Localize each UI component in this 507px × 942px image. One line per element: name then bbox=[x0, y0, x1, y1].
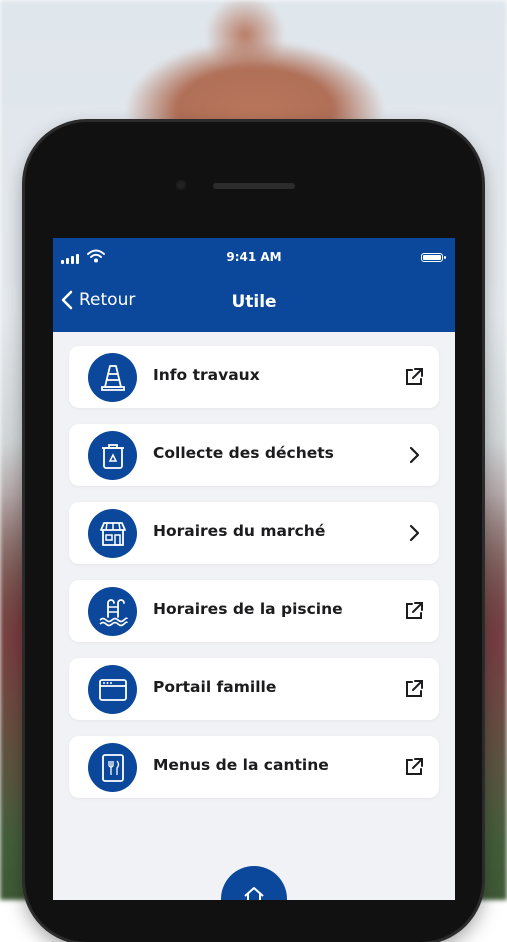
list-item-info-travaux[interactable]: Info travaux bbox=[69, 346, 439, 408]
list-item-menus-cantine[interactable]: Menus de la cantine bbox=[69, 736, 439, 798]
chevron-right-icon bbox=[403, 522, 425, 544]
list-item-label: Horaires du marché bbox=[153, 522, 326, 540]
list-item-horaires-piscine[interactable]: Horaires de la piscine bbox=[69, 580, 439, 642]
menu-card-icon bbox=[88, 743, 137, 792]
swimming-pool-icon bbox=[88, 587, 137, 636]
list-item-horaires-marche[interactable]: Horaires du marché bbox=[69, 502, 439, 564]
list-item-portail-famille[interactable]: Portail famille bbox=[69, 658, 439, 720]
page-title: Utile bbox=[231, 292, 277, 312]
status-time: 9:41 AM bbox=[226, 250, 282, 264]
home-icon bbox=[244, 887, 264, 900]
chevron-right-icon bbox=[403, 444, 425, 466]
external-link-icon bbox=[403, 678, 425, 700]
list-item-label: Menus de la cantine bbox=[153, 756, 329, 774]
traffic-cone-icon bbox=[88, 353, 137, 402]
list-item-label: Portail famille bbox=[153, 678, 277, 696]
battery-icon bbox=[421, 253, 446, 262]
external-link-icon bbox=[403, 600, 425, 622]
front-camera bbox=[175, 179, 187, 191]
external-link-icon bbox=[403, 366, 425, 388]
list-item-label: Horaires de la piscine bbox=[153, 600, 343, 618]
recycling-bin-icon bbox=[88, 431, 137, 480]
market-stall-icon bbox=[88, 509, 137, 558]
external-link-icon bbox=[403, 756, 425, 778]
list-item-collecte-dechets[interactable]: Collecte des déchets bbox=[69, 424, 439, 486]
earpiece-speaker bbox=[213, 183, 295, 189]
list-item-label: Collecte des déchets bbox=[153, 444, 334, 462]
home-button[interactable] bbox=[221, 866, 287, 900]
nav-bar: 9:41 AM Retour Utile bbox=[53, 238, 455, 332]
utility-list: Info travaux Collecte des déchets Horair… bbox=[69, 346, 439, 814]
app-screen: 9:41 AM Retour Utile Info travaux Collec… bbox=[53, 238, 455, 900]
browser-window-icon bbox=[88, 665, 137, 714]
list-item-label: Info travaux bbox=[153, 366, 260, 384]
